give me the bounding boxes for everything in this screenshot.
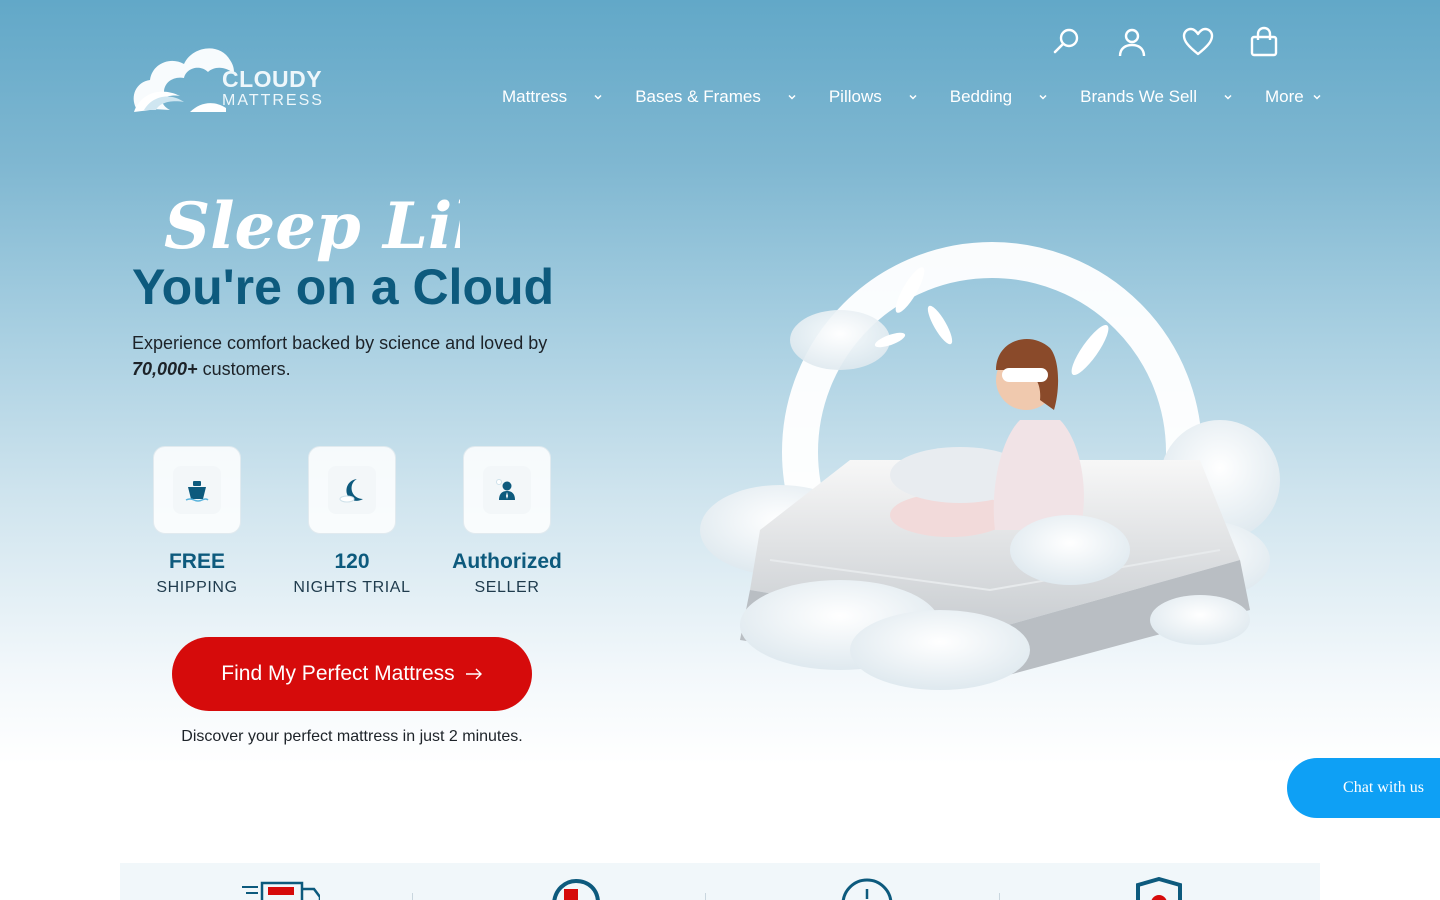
nav-item-bases-frames[interactable]: Bases & Frames	[635, 84, 797, 110]
benefits-strip	[120, 863, 1320, 900]
nav-item-label: Pillows	[828, 87, 882, 106]
chevron-down-icon	[909, 94, 917, 100]
wishlist-icon[interactable]	[1182, 26, 1214, 58]
nav-item-pillows[interactable]: Pillows	[829, 84, 918, 110]
header-icons	[1050, 26, 1290, 60]
hero-script-headline: Sleep Like	[164, 189, 460, 264]
strip-divider	[705, 893, 706, 900]
feature-label: SELLER	[474, 579, 540, 596]
account-icon[interactable]	[1116, 26, 1148, 58]
chevron-down-icon	[1224, 94, 1232, 100]
search-icon[interactable]	[1050, 26, 1082, 58]
shield-icon	[1136, 877, 1182, 900]
chat-label: Chat with us	[1343, 779, 1424, 796]
nav-item-more[interactable]: More	[1265, 84, 1322, 110]
main-nav: Mattress Bases & Frames Pillows Bedding …	[490, 84, 1354, 110]
hero-subtitle-suffix: customers.	[197, 359, 291, 379]
site-header: CLOUDY MATTRESS Mattress Bases & Frames …	[0, 0, 1440, 140]
cta-note: Discover your perfect mattress in just 2…	[181, 728, 523, 745]
feature-icon-box	[153, 446, 241, 534]
cta-label: Find My Perfect Mattress	[221, 662, 455, 685]
nav-item-label: Mattress	[502, 87, 568, 106]
arrow-right-icon	[465, 668, 482, 680]
nav-item-label: Bases & Frames	[635, 87, 761, 106]
feature-icon-box	[463, 446, 551, 534]
feature-value: FREE	[168, 550, 225, 573]
nav-item-mattress[interactable]: Mattress	[490, 84, 603, 110]
chat-button[interactable]: Chat with us	[1287, 758, 1440, 818]
feature-authorized-seller: Authorized SELLER	[427, 446, 587, 597]
nav-item-label: Bedding	[949, 87, 1013, 106]
nav-item-label: Brands We Sell	[1080, 87, 1197, 106]
customer-count: 70,000+	[132, 359, 198, 379]
chevron-down-icon	[1313, 94, 1321, 100]
hero-image-woman-on-cloud-mattress	[700, 242, 1280, 690]
hero-title: You're on a Cloud	[132, 259, 555, 315]
hero-subtitle-prefix: Experience comfort backed by science and…	[132, 333, 548, 353]
chevron-down-icon	[1039, 94, 1047, 100]
hero-subtitle: Experience comfort backed by science and…	[132, 330, 602, 382]
feature-label: SHIPPING	[156, 579, 238, 596]
feature-free-shipping: FREE SHIPPING	[117, 446, 277, 597]
moon-icon	[339, 479, 363, 503]
nav-item-brands[interactable]: Brands We Sell	[1080, 84, 1233, 110]
feature-nights-trial: 120 NIGHTS TRIAL	[272, 446, 432, 597]
feature-value: 120	[334, 550, 370, 573]
shipping-icon	[185, 481, 209, 502]
feature-icon-box	[308, 446, 396, 534]
chevron-down-icon	[594, 94, 602, 100]
strip-divider	[999, 893, 1000, 900]
feature-label: NIGHTS TRIAL	[293, 579, 411, 596]
nav-item-label: More	[1265, 87, 1304, 106]
hero-script-text: Sleep Like	[164, 189, 460, 264]
seller-icon	[496, 479, 515, 500]
find-mattress-button[interactable]: Find My Perfect Mattress	[172, 637, 532, 711]
chevron-down-icon	[788, 94, 796, 100]
brand-name-bottom: MATTRESS	[222, 92, 324, 109]
return-icon	[552, 878, 600, 900]
strip-divider	[412, 893, 413, 900]
feature-value: Authorized	[452, 550, 562, 573]
truck-icon	[242, 881, 320, 900]
clock-icon	[841, 878, 893, 900]
brand-logo[interactable]: CLOUDY MATTRESS	[130, 36, 323, 116]
nav-item-bedding[interactable]: Bedding	[950, 84, 1048, 110]
cart-icon[interactable]	[1248, 26, 1280, 58]
brand-name-top: CLOUDY	[222, 66, 323, 92]
